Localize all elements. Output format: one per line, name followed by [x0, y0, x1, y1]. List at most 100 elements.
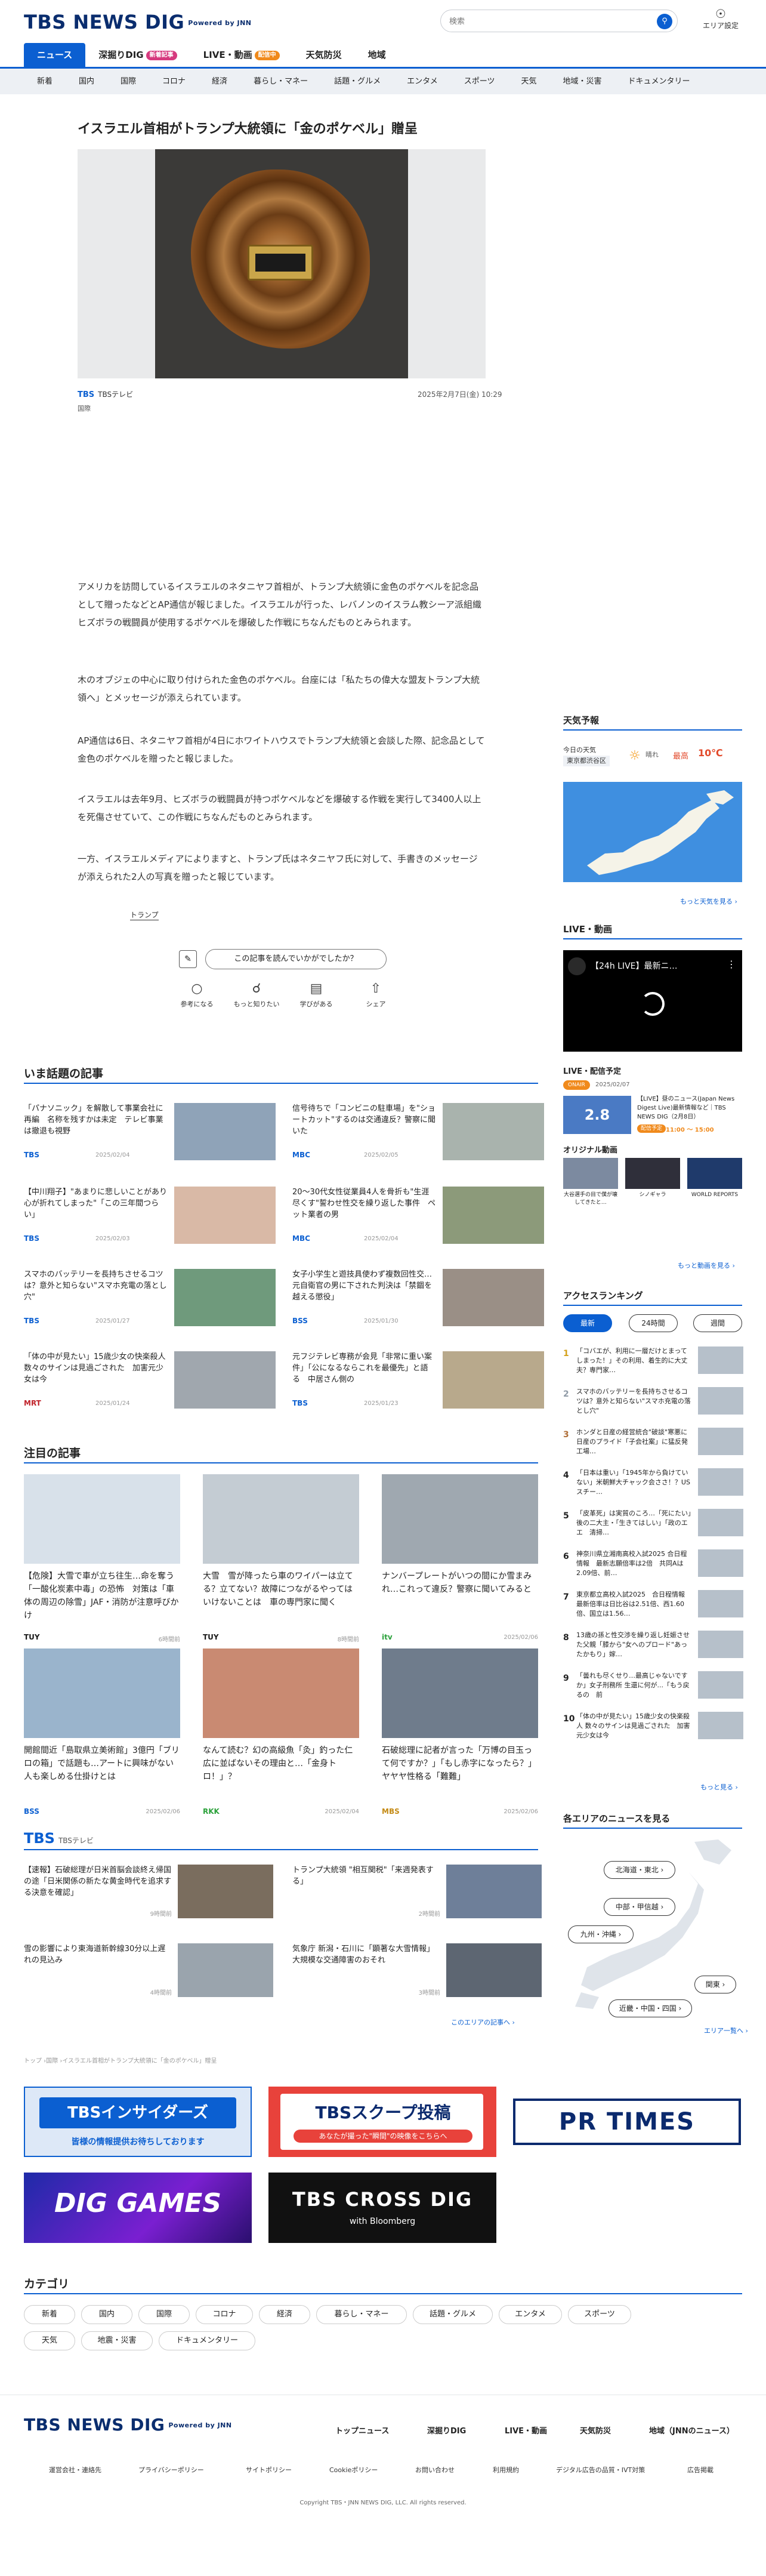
region-item[interactable]: 【速報】石破総理が日米首脳会談終え帰国の途「日米関係の新たな黄金時代を追求する決… — [24, 1865, 273, 1922]
category-chip[interactable]: 国際 — [138, 2305, 190, 2324]
original-thumb[interactable] — [625, 1158, 680, 1189]
weather-more-link[interactable]: もっと天気を見る › — [680, 896, 737, 906]
tab-live[interactable]: LIVE・動画 配信中 — [190, 43, 293, 67]
tab-weather[interactable]: 天気防災 — [293, 43, 355, 67]
banner-scoop[interactable]: TBSスクープ投稿 あなたが撮った"瞬間"の映像をこちらへ — [268, 2087, 496, 2157]
ranking-tab-24h[interactable]: 24時間 — [629, 1314, 678, 1332]
banner-prtimes[interactable]: PR TIMES — [513, 2087, 741, 2157]
weather-location[interactable]: 東京都渋谷区 — [563, 756, 610, 766]
category-chip[interactable]: 経済 — [259, 2305, 310, 2324]
attention-item[interactable]: なんて読む？幻の高級魚「灸」釣った仁広に並ばないその理由と…「金身トロ！」？ RK… — [203, 1648, 359, 1822]
category-chip[interactable]: ドキュメンタリー — [159, 2331, 255, 2350]
footer-logo[interactable]: TBS NEWS DIG Powered by JNN — [24, 2415, 232, 2435]
react-helpful[interactable]: ○ 参考になる — [173, 979, 221, 1009]
cat-entertainment[interactable]: エンタメ — [394, 69, 451, 94]
popular-item[interactable]: スマホのバッテリーを長持ちさせるコツは？意外と知らない"スマホ充電の落とし穴" T… — [24, 1269, 280, 1335]
weather-map[interactable] — [563, 782, 742, 882]
category-chip[interactable]: 話題・グルメ — [413, 2305, 493, 2324]
category-chip[interactable]: スポーツ — [568, 2305, 631, 2324]
category-chip[interactable]: コロナ — [196, 2305, 253, 2324]
category-chip[interactable]: 暮らし・マネー — [316, 2305, 407, 2324]
cat-international[interactable]: 国際 — [107, 69, 149, 94]
cat-corona[interactable]: コロナ — [149, 69, 199, 94]
cat-topics[interactable]: 話題・グルメ — [321, 69, 394, 94]
ranking-item[interactable]: 8 13歳の孫と性交渉を繰り返し妊娠させた父親「膝から"女へのプロード"あったかも… — [563, 1631, 743, 1662]
tab-news[interactable]: ニュース — [24, 43, 86, 67]
tab-region[interactable]: 地域 — [355, 43, 399, 67]
cat-sports[interactable]: スポーツ — [451, 69, 508, 94]
ranking-item[interactable]: 3 ホンダと日産の経営統合"破談"寒悪に日産のプライド「子会社案」に猛反発 工場… — [563, 1428, 743, 1459]
area-button-kanto[interactable]: 関東 › — [694, 1976, 736, 1993]
area-button-hokkaido-tohoku[interactable]: 北海道・東北 › — [604, 1861, 675, 1879]
search-input[interactable] — [449, 15, 646, 27]
banner-cross-dig[interactable]: TBS CROSS DIG with Bloomberg — [268, 2173, 496, 2243]
cat-life[interactable]: 暮らし・マネー — [240, 69, 321, 94]
popular-item[interactable]: 元フジテレビ専務が会見「非常に重い案件」「公になるならこれを最優先」と語る 中居… — [292, 1351, 549, 1417]
region-item[interactable]: 雪の影響により東海道新幹線30分以上遅れの見込み 4時間前 — [24, 1943, 273, 2001]
category-chip[interactable]: 天気 — [24, 2331, 75, 2350]
banner-dig-games[interactable]: DIG GAMES — [24, 2173, 252, 2243]
tab-dig[interactable]: 深掘りDIG 新着記事 — [85, 43, 190, 67]
popular-item[interactable]: 【中川翔子】"あまりに悲しいことがあり心が折れてしまった"「この三年間つらい」 T… — [24, 1187, 280, 1252]
ranking-more-link[interactable]: もっと見る › — [700, 1782, 738, 1792]
area-button-kinki[interactable]: 近畿・中国・四国 › — [609, 1999, 692, 2017]
footer-link[interactable]: 広告掲載 — [687, 2465, 714, 2475]
region-item[interactable]: トランプ大統領 "相互関税"「来週発表する」 2時間前 — [292, 1865, 542, 1922]
attention-item[interactable]: 開館間近「島取県立美術館」3億円「ブリロの箱」で話題も…アートに興味がない人も楽… — [24, 1648, 180, 1822]
category-chip[interactable]: 新着 — [24, 2305, 75, 2324]
footer-link[interactable]: デジタル広告の品質・IVT対策 — [556, 2465, 645, 2475]
site-logo[interactable]: TBS NEWS DIG Powered by JNN — [24, 11, 251, 33]
search-icon[interactable]: ⚲ — [657, 14, 672, 29]
tag-trump[interactable]: トランプ — [130, 910, 159, 920]
original-thumb[interactable] — [563, 1158, 618, 1189]
area-button-kyushu[interactable]: 九州・沖縄 › — [568, 1925, 634, 1943]
region-item[interactable]: 気象庁 新潟・石川に「顕著な大雪情報」大規模な交通障害のおそれ 3時間前 — [292, 1943, 542, 2001]
area-setting-button[interactable]: ☉ エリア設定 — [703, 7, 739, 30]
cat-new[interactable]: 新着 — [24, 69, 66, 94]
popular-item[interactable]: 「パナソニック」を解散して事業会社に再編 名称を残すかは未定 テレビ事業は撤退も… — [24, 1103, 280, 1169]
popular-item[interactable]: 20〜30代女性従業員4人を骨折も"生涯尽くす"誓わせ性交を繰り返した事件 ペッ… — [292, 1187, 549, 1252]
footer-link[interactable]: Cookieポリシー — [329, 2465, 378, 2475]
area-button-chubu[interactable]: 中部・甲信越 › — [604, 1898, 675, 1916]
schedule-thumbnail[interactable]: 2.8 — [563, 1096, 631, 1134]
areas-more-link[interactable]: エリア一覧へ › — [704, 2026, 748, 2035]
article-category[interactable]: 国際 — [78, 403, 91, 413]
category-chip[interactable]: 国内 — [81, 2305, 132, 2324]
live-video-player[interactable]: 【24h LIVE】最新ニ… ⋮ — [563, 950, 742, 1052]
share-button[interactable]: ⇧ シェア — [352, 979, 400, 1009]
live-more-link[interactable]: もっと動画を見る › — [678, 1261, 735, 1270]
popular-item[interactable]: 女子小学生と遊技具使わず複数回性交…元自衛官の男に下された判決は「禁錮を越える懲… — [292, 1269, 549, 1335]
ranking-item[interactable]: 7 東京都立高校入試2025 合日程情報 最新倍率は日比谷は2.51倍、西1.60… — [563, 1590, 743, 1621]
schedule-program[interactable]: 【LIVE】昼のニュース(Japan News Digest Live)最新情報… — [637, 1095, 742, 1121]
ranking-tab-latest[interactable]: 最新 — [563, 1314, 612, 1332]
ranking-item[interactable]: 6 神奈川県立湘南高校入試2025 合日程情報 最新志願倍率は2倍 共同Aは2.0… — [563, 1549, 743, 1580]
ranking-item[interactable]: 2 スマホのバッテリーを長持ちさせるコツは？意外と知らない"スマホ充電の落とし穴" — [563, 1387, 743, 1418]
attention-item[interactable]: 【危険】大雪で車が立ち往生…命を奪う「一酸化炭素中毒」の恐怖 対策は「車体の周辺… — [24, 1474, 180, 1647]
footer-link[interactable]: 利用規約 — [493, 2465, 519, 2475]
article-source[interactable]: TBS TBSテレビ — [78, 389, 133, 399]
cat-economy[interactable]: 経済 — [199, 69, 240, 94]
popular-item[interactable]: 「体の中が見たい」15歳少女の快楽殺人 数々のサインは見過ごされた 加害元少女は… — [24, 1351, 280, 1417]
footer-nav-live[interactable]: LIVE・動画 — [505, 2424, 547, 2436]
react-want-more[interactable]: ☌ もっと知りたい — [233, 979, 280, 1009]
cat-documentary[interactable]: ドキュメンタリー — [615, 69, 703, 94]
attention-item[interactable]: ナンバープレートがいつの間にか雪まみれ…これって違反？警察に聞いてみると itv 2… — [382, 1474, 538, 1647]
footer-nav-weather[interactable]: 天気防災 — [580, 2424, 611, 2436]
footer-nav-top-news[interactable]: トップニュース — [335, 2424, 389, 2436]
cat-disaster[interactable]: 地域・災害 — [550, 69, 615, 94]
attention-item[interactable]: 石破総理に記者が言った「万博の目玉って何ですか？」「もし赤字になったら？」ヤヤヤ… — [382, 1648, 538, 1822]
ranking-item[interactable]: 5 「皮革死」は実質のころ…「死にたい」後の二大主・「生きてはしい」「政のエエ 清… — [563, 1509, 743, 1540]
cat-domestic[interactable]: 国内 — [66, 69, 107, 94]
react-learned[interactable]: ▤ 学びがある — [292, 979, 340, 1009]
ranking-item[interactable]: 1 「コバエが、利用に一層だけとまってしまった！」その利用、着生的に大丈夫？専門家… — [563, 1346, 743, 1378]
attention-item[interactable]: 大雪 雪が降ったら車のワイパーは立てる？立てない？故障につながるやってはいけない… — [203, 1474, 359, 1647]
footer-link[interactable]: お問い合わせ — [415, 2465, 455, 2475]
footer-nav-dig[interactable]: 深掘りDIG — [427, 2424, 466, 2436]
ranking-tab-weekly[interactable]: 週間 — [693, 1314, 742, 1332]
breadcrumb[interactable]: トップ ›国際 ›イスラエル首相がトランプ大統領に「金のポケベル」贈呈 — [24, 2056, 217, 2065]
category-chip[interactable]: エンタメ — [499, 2305, 562, 2324]
ranking-item[interactable]: 4 「日本は重い」「1945年から負けていない」米朝鮮大チャック会ささ！？USスチ… — [563, 1468, 743, 1499]
footer-link[interactable]: 運営会社・連絡先 — [49, 2465, 101, 2475]
popular-item[interactable]: 信号待ちで「コンビニの駐車場」を"ショートカット"するのは交通違反？警察に聞いた… — [292, 1103, 549, 1169]
original-thumb[interactable] — [687, 1158, 742, 1189]
